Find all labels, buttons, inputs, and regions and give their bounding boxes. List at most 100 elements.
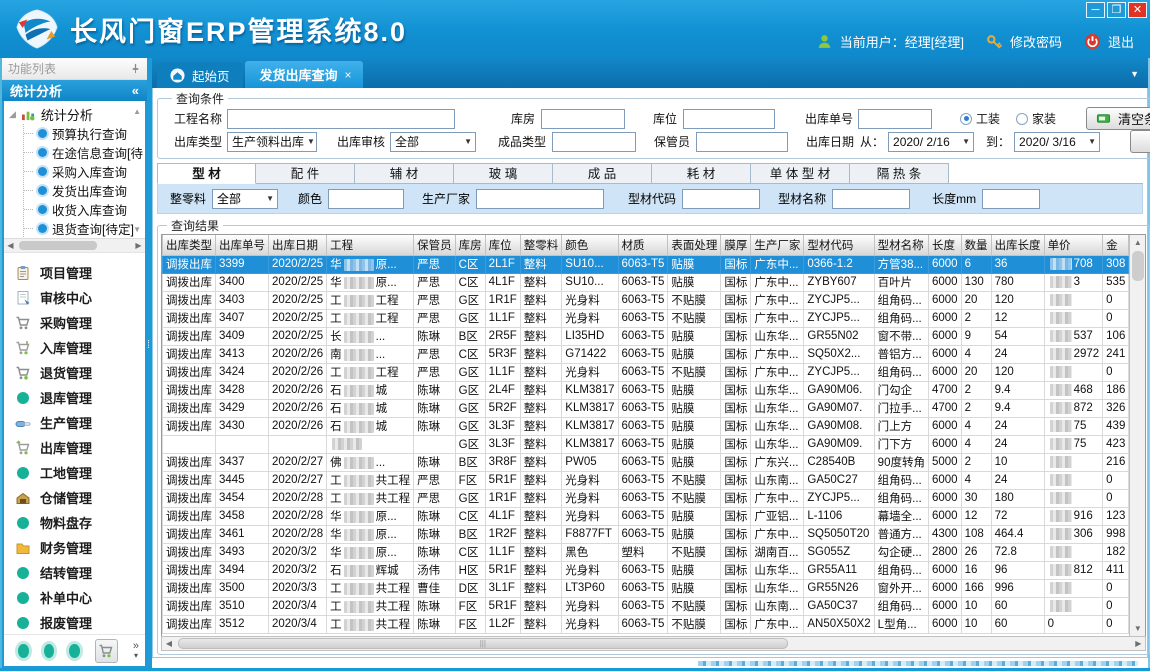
table-row[interactable]: 调拨出库34092020/2/25长...陈琳B区2R5F整料LI35HD606…	[163, 327, 1129, 345]
column-header-膜厚[interactable]: 膜厚	[721, 235, 751, 255]
tree-horizontal-scrollbar[interactable]: ◀ ▶	[4, 238, 145, 252]
logout-link[interactable]: 退出	[1108, 32, 1134, 51]
material-tab-3[interactable]: 辅 材	[355, 163, 454, 184]
table-row[interactable]: 调拨出库34002020/2/25华原...严思C区4L1F整料SU10...6…	[163, 273, 1129, 291]
sidebar-item-结转管理[interactable]: 结转管理	[4, 560, 145, 585]
table-row[interactable]: 调拨出库34542020/2/28工共工程严思G区1R1F整料光身料6063-T…	[163, 489, 1129, 507]
change-password-link[interactable]: 修改密码	[1010, 32, 1062, 51]
sidebar-item-财务管理[interactable]: 财务管理	[4, 535, 145, 560]
sidebar-item-工地管理[interactable]: 工地管理	[4, 460, 145, 485]
table-row[interactable]: 调拨出库34072020/2/25工工程严思G区1L1F整料光身料6063-T5…	[163, 309, 1129, 327]
search-button[interactable]: 查 询	[1130, 130, 1150, 153]
scroll-right-icon[interactable]: ▶	[1131, 639, 1145, 648]
table-row[interactable]: 调拨出库34282020/2/26石城陈琳G区2L4F整料KLM38176063…	[163, 381, 1129, 399]
sidebar-item-审核中心[interactable]: 审核中心	[4, 285, 145, 310]
tree-item[interactable]: 预算执行查询	[24, 124, 145, 143]
material-tab-6[interactable]: 耗 材	[652, 163, 751, 184]
tab-home[interactable]: 起始页	[157, 63, 243, 88]
table-row[interactable]: 调拨出库34372020/2/27佛...陈琳B区3R8F整料PW056063-…	[163, 453, 1129, 471]
profile-name-input[interactable]	[832, 189, 910, 209]
table-row[interactable]: 调拨出库34292020/2/26石城陈琳G区5R2F整料KLM38176063…	[163, 399, 1129, 417]
audit-select[interactable]: 全部▼	[390, 132, 476, 152]
table-header-row[interactable]: 出库类型出库单号出库日期工程保管员库房库位整零料颜色材质表面处理膜厚生产厂家型材…	[163, 235, 1129, 255]
maximize-button[interactable]: ❐	[1107, 2, 1126, 18]
sidebar-item-报废管理[interactable]: 报废管理	[4, 610, 145, 634]
table-row[interactable]: 调拨出库34582020/2/28华原...陈琳C区4L1F整料光身料6063-…	[163, 507, 1129, 525]
column-header-库位[interactable]: 库位	[485, 235, 520, 255]
scroll-down-icon[interactable]: ▼	[1130, 621, 1145, 636]
sidebar-item-入库管理[interactable]: 入库管理	[4, 335, 145, 360]
table-row[interactable]: 调拨出库34132020/2/26南...严思C区5R3F整料G71422606…	[163, 345, 1129, 363]
tree-scroll-thumb[interactable]	[19, 241, 97, 250]
stats-section-header[interactable]: 统计分析 «	[2, 80, 147, 101]
sidebar-item-项目管理[interactable]: 项目管理	[4, 260, 145, 285]
material-tab-4[interactable]: 玻 璃	[454, 163, 553, 184]
pin-icon[interactable]	[130, 63, 141, 74]
table-row[interactable]: 调拨出库34942020/3/2石辉城汤伟H区5R1F整料光身料6063-T5贴…	[163, 561, 1129, 579]
tree-item[interactable]: 采购入库查询	[24, 162, 145, 181]
column-header-出库日期[interactable]: 出库日期	[269, 235, 327, 255]
location-input[interactable]	[683, 109, 775, 129]
column-header-保管员[interactable]: 保管员	[414, 235, 456, 255]
column-header-生产厂家[interactable]: 生产厂家	[751, 235, 804, 255]
table-row[interactable]: 调拨出库34032020/2/25工工程严思G区1R1F整料光身料6063-T5…	[163, 291, 1129, 309]
tree-scroll-down-icon[interactable]: ▼	[133, 225, 141, 234]
column-header-数量[interactable]: 数量	[961, 235, 991, 255]
cart-module-button[interactable]	[95, 639, 118, 663]
tree-scroll-up-icon[interactable]: ▲	[133, 107, 141, 116]
table-row[interactable]: 调拨出库35122020/3/4工共工程陈琳F区1L2F整料光身料6063-T5…	[163, 615, 1129, 633]
column-header-出库类型[interactable]: 出库类型	[163, 235, 216, 255]
tab-close-icon[interactable]: ×	[345, 68, 352, 82]
table-row[interactable]: 调拨出库34612020/2/28华原...陈琳B区1R2F整料F8877FT6…	[163, 525, 1129, 543]
tab-list-caret-icon[interactable]: ▼	[1130, 69, 1139, 79]
horizontal-scrollbar[interactable]: ◀ ||| ▶	[161, 636, 1146, 651]
column-header-整零料[interactable]: 整零料	[520, 235, 562, 255]
out-type-select[interactable]: 生产领料出库▼	[227, 132, 317, 152]
material-tab-8[interactable]: 隔 热 条	[850, 163, 949, 184]
color-input[interactable]	[328, 189, 404, 209]
date-from-picker[interactable]: 2020/ 2/16▼	[888, 132, 974, 152]
scroll-up-icon[interactable]: ▲	[1130, 235, 1145, 250]
table-row[interactable]: G区3L3F整料KLM38176063-T5贴膜国标山东华...GA90M09.…	[163, 435, 1129, 453]
material-tab-7[interactable]: 单 体 型 材	[751, 163, 850, 184]
table-row[interactable]: 调拨出库34302020/2/26石城陈琳G区3L3F整料KLM38176063…	[163, 417, 1129, 435]
more-modules-button[interactable]: » ▾	[133, 642, 139, 660]
column-header-型材名称[interactable]: 型材名称	[874, 235, 928, 255]
module-circle-icon[interactable]	[18, 644, 29, 658]
scroll-right-icon[interactable]: ▶	[132, 241, 145, 250]
table-row[interactable]: 调拨出库33992020/2/25华原...严思C区2L1F整料SU10...6…	[163, 255, 1129, 273]
sidebar-item-仓储管理[interactable]: 仓储管理	[4, 485, 145, 510]
column-header-材质[interactable]: 材质	[618, 235, 668, 255]
scroll-left-icon[interactable]: ◀	[4, 241, 17, 250]
sidebar-item-退库管理[interactable]: 退库管理	[4, 385, 145, 410]
horizontal-scroll-thumb[interactable]: |||	[178, 638, 788, 649]
warehouse-input[interactable]	[541, 109, 625, 129]
material-tab-5[interactable]: 成 品	[553, 163, 652, 184]
tree-item[interactable]: 收货入库查询	[24, 200, 145, 219]
column-header-单价[interactable]: 单价	[1044, 235, 1103, 255]
material-tab-1[interactable]: 型 材	[157, 163, 256, 184]
vertical-scrollbar[interactable]: ▲ ▼	[1129, 235, 1145, 636]
column-header-金[interactable]: 金	[1103, 235, 1129, 255]
table-row[interactable]: 调拨出库34452020/2/27工共工程严思F区5R1F整料光身料6063-T…	[163, 471, 1129, 489]
column-header-颜色[interactable]: 颜色	[562, 235, 618, 255]
radio-jiazhuang[interactable]: 家装	[1016, 110, 1056, 127]
tree-item[interactable]: 在途信息查询[待	[24, 143, 145, 162]
sidebar-item-生产管理[interactable]: 生产管理	[4, 410, 145, 435]
collapse-chevron-icon[interactable]: «	[132, 83, 139, 98]
tree-item[interactable]: 发货出库查询	[24, 181, 145, 200]
tab-shipping-query[interactable]: 发货出库查询 ×	[245, 61, 363, 88]
whole-part-select[interactable]: 全部▼	[212, 189, 278, 209]
minimize-button[interactable]: ─	[1086, 2, 1105, 18]
column-header-型材代码[interactable]: 型材代码	[804, 235, 874, 255]
factory-input[interactable]	[476, 189, 604, 209]
date-to-picker[interactable]: 2020/ 3/16▼	[1014, 132, 1100, 152]
tree-item[interactable]: 退货查询[待定]	[24, 219, 145, 238]
material-tab-2[interactable]: 配 件	[256, 163, 355, 184]
radio-gongzhuang[interactable]: 工装	[960, 110, 1000, 127]
table-row[interactable]: 调拨出库35102020/3/4工共工程陈琳F区5R1F整料光身料6063-T5…	[163, 597, 1129, 615]
length-input[interactable]	[982, 189, 1040, 209]
sidebar-item-补单中心[interactable]: 补单中心	[4, 585, 145, 610]
order-no-input[interactable]	[858, 109, 932, 129]
clear-conditions-button[interactable]: 清空条件	[1086, 107, 1150, 130]
